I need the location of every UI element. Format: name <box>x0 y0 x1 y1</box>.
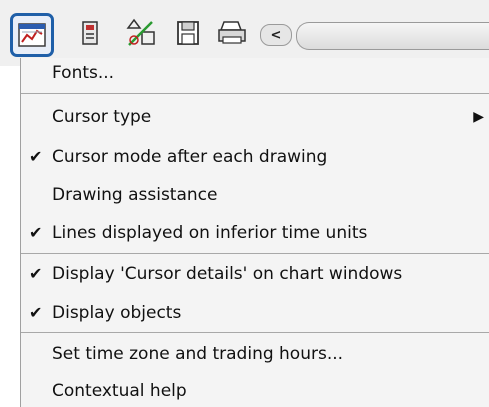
menu-item-label: Fonts... <box>52 63 115 83</box>
scroll-left-button[interactable]: < <box>260 24 292 46</box>
menu-item-cursor-type[interactable]: Cursor type ▶ <box>21 102 489 132</box>
drawing-tools-icon <box>126 18 155 46</box>
menu-item-label: Display objects <box>52 303 182 323</box>
menu-item-label: Cursor type <box>52 107 152 127</box>
menu-item-label: Display 'Cursor details' on chart window… <box>52 264 403 284</box>
menu-item-display-objects[interactable]: ✔ Display objects <box>21 298 489 328</box>
menu-item-drawing-assistance[interactable]: Drawing assistance <box>21 180 489 210</box>
menu-separator <box>21 93 489 94</box>
menu-item-contextual-help[interactable]: Contextual help <box>21 376 489 406</box>
chevron-left-icon: < <box>270 27 282 43</box>
settings-menu: Fonts... Cursor type ▶ ✔ Cursor mode aft… <box>20 58 489 407</box>
checkmark-icon: ✔ <box>29 147 43 166</box>
menu-item-cursor-mode[interactable]: ✔ Cursor mode after each drawing <box>21 142 489 172</box>
menu-separator <box>21 253 489 254</box>
menu-item-time-zone[interactable]: Set time zone and trading hours... <box>21 339 489 369</box>
submenu-arrow-icon: ▶ <box>473 109 484 125</box>
menu-item-label: Set time zone and trading hours... <box>52 344 344 364</box>
checkmark-icon: ✔ <box>29 303 43 322</box>
toolbar: < <box>0 0 489 66</box>
menu-item-label: Contextual help <box>52 381 187 401</box>
chart-properties-button[interactable] <box>10 13 54 57</box>
object-list-icon <box>82 21 98 45</box>
print-button[interactable] <box>214 16 250 50</box>
menu-item-label: Lines displayed on inferior time units <box>52 223 368 243</box>
menu-item-fonts[interactable]: Fonts... <box>21 58 489 88</box>
menu-item-label: Drawing assistance <box>52 185 218 205</box>
drawing-tools-button[interactable] <box>124 16 160 50</box>
scroll-track[interactable] <box>296 22 489 50</box>
save-button[interactable] <box>170 16 206 50</box>
menu-item-label: Cursor mode after each drawing <box>52 147 328 167</box>
print-icon <box>218 21 246 44</box>
menu-item-lines-inferior-time[interactable]: ✔ Lines displayed on inferior time units <box>21 218 489 248</box>
object-list-button[interactable] <box>72 16 108 50</box>
menu-separator <box>21 332 489 333</box>
chart-properties-icon <box>18 23 46 47</box>
save-icon <box>177 21 199 45</box>
checkmark-icon: ✔ <box>29 264 43 283</box>
menu-item-display-cursor-details[interactable]: ✔ Display 'Cursor details' on chart wind… <box>21 259 489 289</box>
checkmark-icon: ✔ <box>29 223 43 242</box>
